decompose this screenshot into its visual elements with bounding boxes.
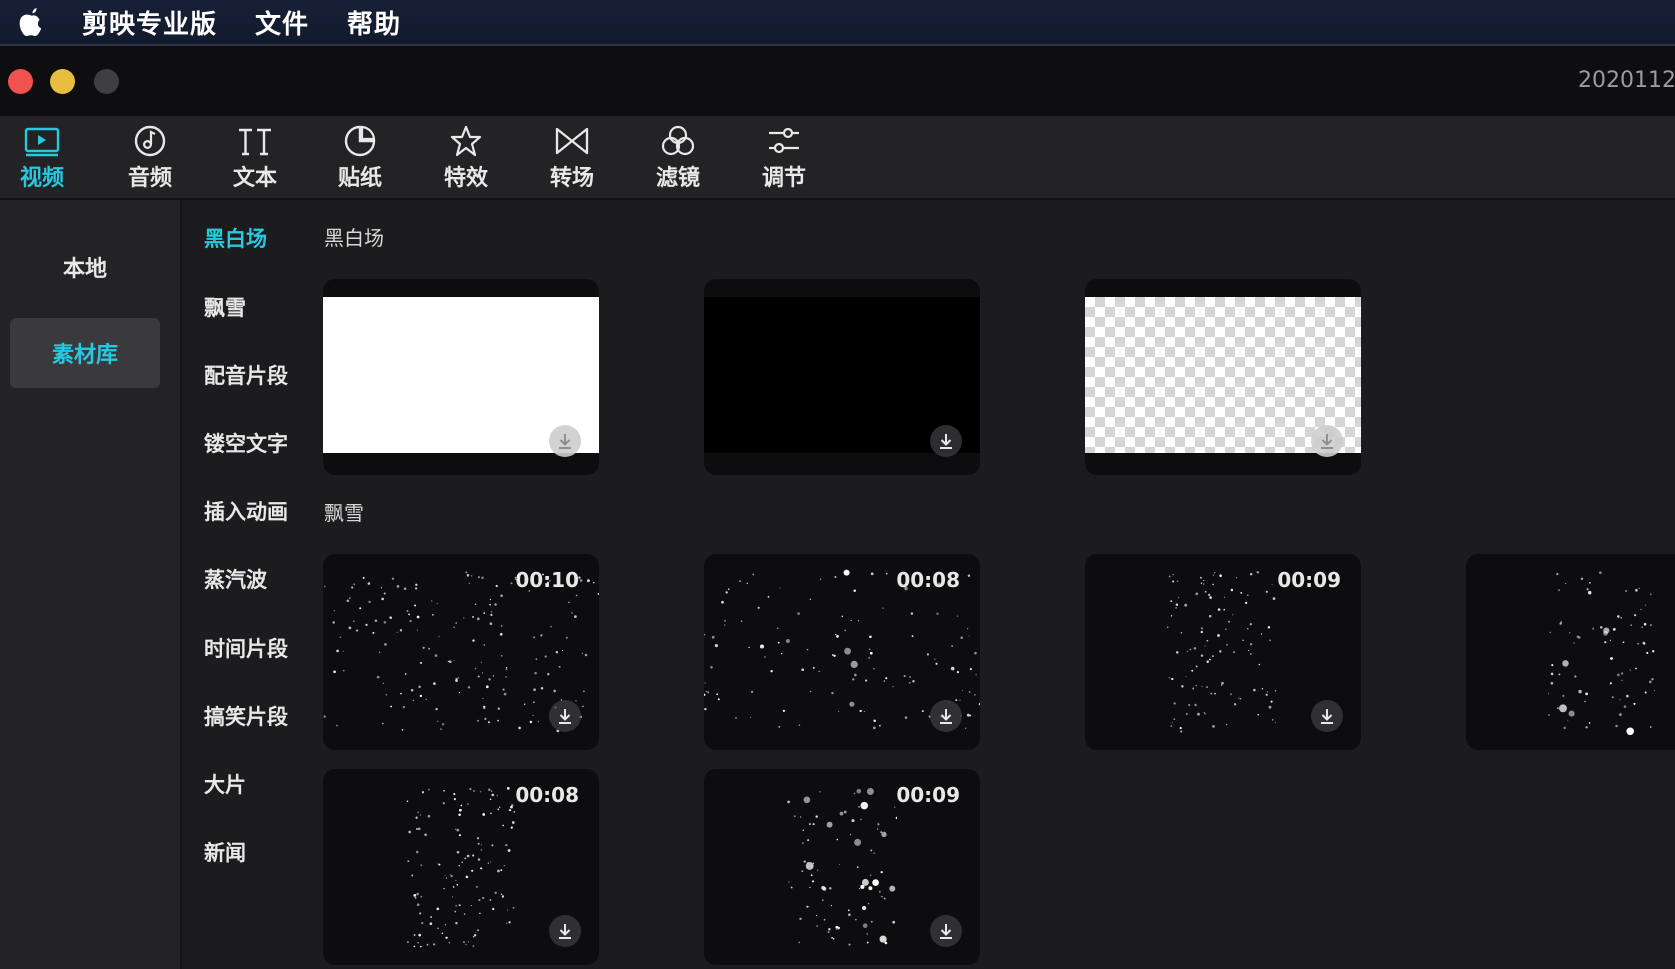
download-button[interactable] — [549, 700, 581, 732]
download-icon — [559, 924, 571, 939]
menu-help[interactable]: 帮助 — [347, 4, 401, 41]
clip-duration: 00:08 — [515, 783, 579, 807]
sidebar-item-library[interactable]: 素材库 — [10, 318, 160, 388]
tab-effects[interactable]: 特效 — [426, 124, 506, 196]
project-title: 20201129 — [1578, 68, 1675, 93]
menu-file[interactable]: 文件 — [255, 4, 309, 41]
transition-icon — [555, 127, 589, 155]
filter-icon — [661, 125, 695, 156]
download-button[interactable] — [930, 915, 962, 947]
tab-filter-label: 滤镜 — [655, 166, 700, 191]
material-card[interactable] — [1085, 279, 1361, 475]
clip-duration: 00:08 — [896, 568, 960, 592]
category-item[interactable]: 蒸汽波 — [204, 564, 267, 594]
tab-adjust[interactable]: 调节 — [744, 124, 824, 196]
adjust-icon — [769, 127, 799, 154]
tab-audio-label: 音频 — [127, 166, 172, 191]
download-icon — [940, 709, 952, 724]
download-icon — [559, 434, 571, 449]
material-card[interactable] — [1466, 554, 1675, 750]
apple-logo-icon[interactable] — [16, 6, 46, 38]
category-item[interactable]: 镂空文字 — [204, 428, 288, 458]
category-item[interactable]: 黑白场 — [204, 223, 267, 253]
category-item[interactable]: 插入动画 — [204, 496, 288, 526]
window-maximize-button[interactable] — [94, 69, 119, 94]
tab-video-label: 视频 — [19, 166, 64, 191]
tab-sticker-label: 贴纸 — [337, 166, 382, 191]
clip-duration: 00:09 — [1277, 568, 1341, 592]
snow-thumbnail — [1548, 554, 1658, 750]
download-button[interactable] — [930, 700, 962, 732]
material-card[interactable]: 00:08 — [704, 554, 980, 750]
download-button[interactable] — [549, 915, 581, 947]
material-card[interactable]: 00:08 — [323, 769, 599, 965]
material-card[interactable] — [323, 279, 599, 475]
media-toolbar: 视频 音频 文本 贴纸 特效 转场 滤镜 调节 — [0, 116, 1675, 200]
sticker-icon — [344, 125, 376, 157]
category-item[interactable]: 新闻 — [204, 837, 246, 867]
download-icon — [1321, 709, 1333, 724]
material-library-content: 黑白场 飘雪 00:10 00:08 00:09 00:08 00:09 — [312, 200, 1675, 969]
tab-sticker[interactable]: 贴纸 — [320, 124, 400, 196]
tab-text-label: 文本 — [232, 166, 277, 191]
window-minimize-button[interactable] — [50, 69, 75, 94]
material-card[interactable]: 00:09 — [704, 769, 980, 965]
tab-transition-label: 转场 — [549, 166, 594, 191]
material-card[interactable]: 00:09 — [1085, 554, 1361, 750]
effects-icon — [450, 125, 482, 157]
download-button[interactable] — [1311, 425, 1343, 457]
clip-duration: 00:10 — [515, 568, 579, 592]
text-icon — [239, 128, 271, 156]
sidebar-item-local[interactable]: 本地 — [10, 232, 160, 302]
download-icon — [1321, 434, 1333, 449]
snow-thumbnail — [1167, 554, 1277, 750]
download-button[interactable] — [1311, 700, 1343, 732]
category-item[interactable]: 大片 — [204, 769, 246, 799]
source-sidebar: 本地 素材库 — [0, 200, 182, 969]
menu-bar: 剪映专业版 文件 帮助 — [0, 0, 1675, 46]
category-item[interactable]: 飘雪 — [204, 292, 246, 322]
tab-text[interactable]: 文本 — [215, 124, 295, 196]
category-list: 黑白场 飘雪 配音片段 镂空文字 插入动画 蒸汽波 时间片段 搞笑片段 大片 新… — [182, 200, 312, 969]
window-close-button[interactable] — [8, 69, 33, 94]
category-item[interactable]: 搞笑片段 — [204, 701, 288, 731]
category-item[interactable]: 配音片段 — [204, 360, 288, 390]
category-item[interactable]: 时间片段 — [204, 633, 288, 663]
tab-transition[interactable]: 转场 — [532, 124, 612, 196]
download-button[interactable] — [549, 425, 581, 457]
clip-duration: 00:09 — [896, 783, 960, 807]
download-icon — [940, 924, 952, 939]
material-card[interactable]: 00:10 — [323, 554, 599, 750]
snow-thumbnail — [787, 769, 897, 965]
tab-filter[interactable]: 滤镜 — [638, 124, 718, 196]
video-icon — [24, 127, 60, 157]
tab-effects-label: 特效 — [443, 166, 488, 191]
download-button[interactable] — [930, 425, 962, 457]
window-title-bar: 20201129 — [0, 46, 1675, 116]
menu-app-name[interactable]: 剪映专业版 — [82, 4, 217, 41]
download-icon — [559, 709, 571, 724]
snow-thumbnail — [406, 769, 516, 965]
download-icon — [940, 434, 952, 449]
material-card[interactable] — [704, 279, 980, 475]
tab-video[interactable]: 视频 — [2, 124, 82, 196]
section-title: 黑白场 — [324, 226, 384, 250]
tab-adjust-label: 调节 — [761, 166, 806, 191]
tab-audio[interactable]: 音频 — [110, 124, 190, 196]
audio-icon — [134, 125, 166, 157]
section-title: 飘雪 — [324, 501, 364, 525]
